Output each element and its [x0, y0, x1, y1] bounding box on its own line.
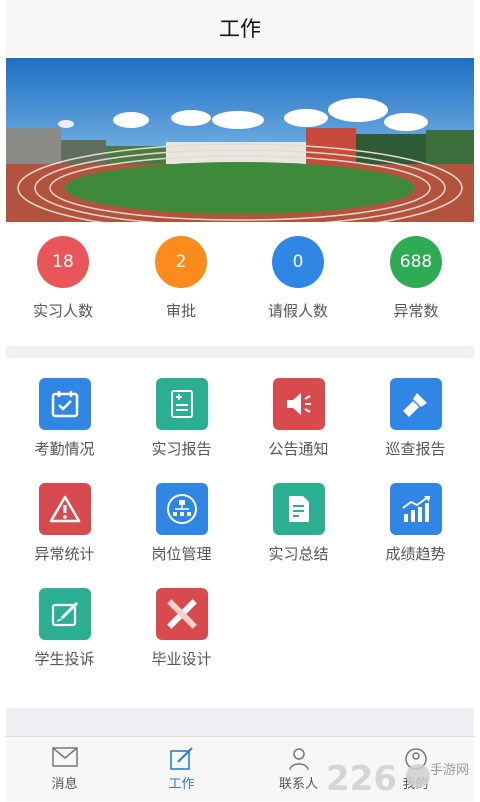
grid-item-label: 成绩趋势	[385, 545, 446, 563]
ruler-pencil-icon	[155, 588, 208, 640]
watermark-logo: 226 手游网	[324, 754, 474, 799]
edit-icon	[123, 747, 240, 771]
grid-item-label: 公告通知	[268, 440, 329, 458]
grid-item-complaint[interactable]: 学生投诉	[6, 570, 123, 675]
grid-item-graduation[interactable]: 毕业设计	[123, 570, 240, 675]
stat-label: 实习人数	[32, 302, 93, 320]
page-title: 工作	[219, 17, 261, 41]
warning-icon	[38, 483, 91, 535]
svg-text:226: 226	[326, 759, 397, 798]
grid-item-label: 巡查报告	[385, 440, 446, 458]
stat-label: 异常数	[393, 302, 439, 320]
bottom-spacer	[6, 708, 474, 736]
stats-section: 18 实习人数 2 审批 0 请假人数 688 异常数	[6, 230, 474, 330]
org-chart-icon	[155, 483, 208, 535]
calendar-check-icon	[38, 378, 91, 430]
flashlight-icon	[389, 378, 442, 430]
grid-item-notice[interactable]: 公告通知	[240, 360, 357, 465]
grid-item-label: 异常统计	[34, 545, 95, 563]
grid-item-trend[interactable]: 成绩趋势	[357, 465, 474, 570]
stat-label: 审批	[165, 302, 196, 320]
grid-item-patrol[interactable]: 巡查报告	[357, 360, 474, 465]
stat-value-badge: 0	[272, 236, 324, 288]
tab-label: 工作	[168, 777, 195, 792]
svg-text:手游网: 手游网	[430, 763, 469, 778]
page-header: 工作	[6, 0, 474, 56]
stadium-illustration	[6, 58, 474, 222]
section-divider	[6, 346, 474, 358]
chart-trend-icon	[389, 483, 442, 535]
app-frame: 工作 18 实习人数 2 审批 0 请假人数 688 异常数 考勤情况 实习报告…	[6, 0, 474, 801]
stat-anomalies[interactable]: 688 异常数	[361, 236, 471, 321]
tab-label: 消息	[51, 777, 78, 792]
stat-interns[interactable]: 18 实习人数	[8, 236, 118, 321]
grid-item-anomaly-stats[interactable]: 异常统计	[6, 465, 123, 570]
mail-icon	[6, 747, 123, 771]
stat-value-badge: 688	[390, 236, 442, 288]
grid-item-label: 考勤情况	[34, 440, 95, 458]
grid-item-label: 岗位管理	[151, 545, 212, 563]
document-edit-icon	[272, 483, 325, 535]
grid-item-label: 实习总结	[268, 545, 329, 563]
grid-item-label: 毕业设计	[151, 650, 212, 668]
megaphone-icon	[272, 378, 325, 430]
tab-messages[interactable]: 消息	[6, 737, 123, 801]
note-edit-icon	[38, 588, 91, 640]
stat-value-badge: 2	[155, 236, 207, 288]
stat-label: 请假人数	[267, 302, 328, 320]
grid-item-position[interactable]: 岗位管理	[123, 465, 240, 570]
stat-value-badge: 18	[37, 236, 89, 288]
tab-work[interactable]: 工作	[123, 737, 240, 801]
feature-grid: 考勤情况 实习报告 公告通知 巡查报告 异常统计 岗位管理 实习总结 成绩趋势 …	[6, 360, 474, 708]
grid-item-label: 学生投诉	[34, 650, 95, 668]
stat-approvals[interactable]: 2 审批	[126, 236, 236, 321]
grid-item-summary[interactable]: 实习总结	[240, 465, 357, 570]
document-plus-icon	[155, 378, 208, 430]
grid-item-attendance[interactable]: 考勤情况	[6, 360, 123, 465]
grid-item-label: 实习报告	[151, 440, 212, 458]
stat-leave[interactable]: 0 请假人数	[243, 236, 353, 321]
campus-banner-image	[6, 58, 474, 222]
grid-item-report[interactable]: 实习报告	[123, 360, 240, 465]
